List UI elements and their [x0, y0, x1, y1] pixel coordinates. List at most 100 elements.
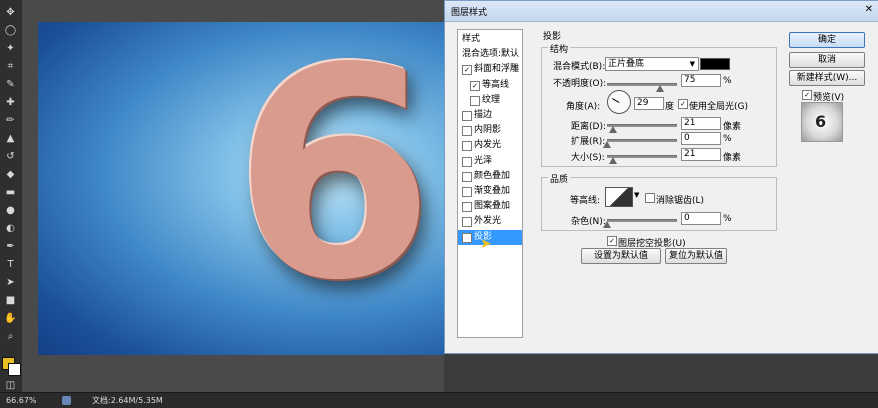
noise-slider-thumb[interactable]: [603, 221, 611, 228]
pointer-cursor-icon: ➤: [480, 236, 492, 252]
style-checkbox[interactable]: [462, 141, 472, 152]
style-checkbox[interactable]: [462, 156, 472, 167]
style-list-label: 光泽: [474, 155, 493, 166]
opacity-label: 不透明度(O):: [553, 79, 607, 89]
cancel-button[interactable]: 取消: [789, 52, 865, 68]
noise-slider[interactable]: [603, 219, 677, 228]
spread-slider[interactable]: [603, 139, 677, 148]
gradient-tool-icon[interactable]: ▬: [4, 186, 17, 199]
make-default-button[interactable]: 设置为默认值: [581, 248, 661, 264]
blur-tool-icon[interactable]: ●: [4, 204, 17, 217]
style-checkbox[interactable]: [462, 217, 472, 228]
document-info-icon[interactable]: [62, 396, 71, 405]
type-tool-icon[interactable]: T: [4, 258, 17, 271]
stamp-tool-icon[interactable]: ▲: [4, 132, 17, 145]
style-list-item[interactable]: 光泽: [458, 154, 522, 169]
style-checkbox[interactable]: [462, 202, 472, 213]
style-checkbox[interactable]: ✓: [462, 65, 472, 76]
style-list-label: 内阴影: [474, 125, 502, 136]
style-list-item[interactable]: ✓ 等高线: [458, 78, 522, 93]
antialias-label: 消除锯齿(L): [656, 196, 705, 206]
antialias-checkbox[interactable]: [645, 193, 655, 203]
knockout-checkbox[interactable]: ✓: [607, 236, 617, 246]
distance-unit: 像素: [723, 122, 742, 132]
style-list-label: 外发光: [474, 216, 502, 227]
contour-label: 等高线:: [570, 196, 601, 206]
preview-checkbox[interactable]: ✓: [802, 90, 812, 100]
distance-input[interactable]: 21: [681, 117, 721, 130]
style-list-item[interactable]: ✓ 斜面和浮雕: [458, 62, 522, 77]
style-list-item[interactable]: 样式: [458, 32, 522, 47]
healing-brush-icon[interactable]: ✚: [4, 96, 17, 109]
global-light-checkbox[interactable]: ✓: [678, 99, 688, 109]
contour-preview[interactable]: [605, 187, 633, 207]
noise-input[interactable]: 0: [681, 212, 721, 225]
move-tool-icon[interactable]: ✥: [4, 6, 17, 19]
shape-tool-icon[interactable]: ■: [4, 294, 17, 307]
opacity-slider[interactable]: [607, 83, 677, 92]
style-checkbox[interactable]: [462, 171, 472, 182]
style-list-item[interactable]: 内阴影: [458, 123, 522, 138]
blend-mode-label: 混合模式(B):: [553, 62, 606, 72]
style-checkbox[interactable]: [470, 95, 480, 106]
style-list-item[interactable]: 混合选项:默认: [458, 47, 522, 62]
new-style-button[interactable]: 新建样式(W)...: [789, 70, 865, 86]
dodge-tool-icon[interactable]: ◐: [4, 222, 17, 235]
eraser-tool-icon[interactable]: ◆: [4, 168, 17, 181]
angle-dial[interactable]: [607, 90, 631, 114]
layer-style-dialog: 图层样式 ✕ 样式 混合选项:默认 ✓ 斜面和浮雕 ✓ 等高线 纹理 描边 内阴影 内发光 光泽 颜色…: [444, 0, 878, 354]
shadow-color-swatch[interactable]: [700, 58, 730, 70]
style-list-label: 等高线: [482, 79, 510, 90]
close-icon[interactable]: ✕: [865, 4, 873, 15]
size-input[interactable]: 21: [681, 148, 721, 161]
blend-mode-select[interactable]: 正片叠底 ▼: [605, 57, 699, 71]
chevron-down-icon[interactable]: ▼: [634, 191, 639, 199]
ok-button[interactable]: 确定: [789, 32, 865, 48]
spread-slider-thumb[interactable]: [603, 141, 611, 148]
reset-default-button[interactable]: 复位为默认值: [665, 248, 727, 264]
brush-tool-icon[interactable]: ✏: [4, 114, 17, 127]
crop-tool-icon[interactable]: ⌗: [4, 60, 17, 73]
opacity-input[interactable]: 75: [681, 74, 721, 87]
style-list-item[interactable]: 外发光: [458, 214, 522, 229]
quick-mask-icon[interactable]: ◫: [4, 379, 17, 392]
size-unit: 像素: [723, 153, 742, 163]
style-list-label: 内发光: [474, 140, 502, 151]
style-list-item[interactable]: 颜色叠加: [458, 169, 522, 184]
path-select-icon[interactable]: ➤: [4, 276, 17, 289]
style-list-label: 描边: [474, 110, 493, 120]
magic-wand-icon[interactable]: ✦: [4, 42, 17, 55]
zoom-level[interactable]: 66.67%: [6, 393, 37, 408]
style-checkbox[interactable]: [462, 111, 472, 121]
style-list-item[interactable]: 图案叠加: [458, 199, 522, 214]
hand-tool-icon[interactable]: ✋: [4, 312, 17, 325]
spread-input[interactable]: 0: [681, 132, 721, 145]
noise-unit: %: [723, 214, 732, 224]
zoom-tool-icon[interactable]: ⌕: [4, 330, 17, 343]
opacity-slider-thumb[interactable]: [655, 85, 664, 92]
history-brush-icon[interactable]: ↺: [4, 150, 17, 163]
section-title: 投影: [543, 32, 562, 42]
distance-slider-thumb[interactable]: [608, 126, 617, 133]
style-list-item[interactable]: 内发光: [458, 138, 522, 153]
style-checkbox[interactable]: [462, 126, 472, 137]
style-list-item[interactable]: 描边: [458, 108, 522, 123]
style-checkbox[interactable]: [462, 187, 472, 197]
style-checkbox[interactable]: ✓: [462, 232, 472, 243]
background-color-swatch[interactable]: [8, 363, 21, 376]
quality-title: 品质: [548, 172, 571, 185]
style-list-item[interactable]: 渐变叠加: [458, 184, 522, 199]
size-slider-thumb[interactable]: [608, 157, 617, 164]
style-list-item[interactable]: 纹理: [458, 93, 522, 108]
eyedropper-icon[interactable]: ✎: [4, 78, 17, 91]
lasso-tool-icon[interactable]: ◯: [4, 24, 17, 37]
style-list-label: 颜色叠加: [474, 170, 511, 181]
spread-label: 扩展(R):: [571, 137, 606, 147]
style-checkbox[interactable]: ✓: [470, 80, 480, 91]
angle-input[interactable]: 29: [634, 97, 664, 110]
dialog-titlebar[interactable]: 图层样式 ✕: [445, 1, 878, 22]
pen-tool-icon[interactable]: ✒: [4, 240, 17, 253]
size-slider[interactable]: [607, 155, 677, 164]
canvas[interactable]: 6: [38, 22, 448, 355]
distance-slider[interactable]: [607, 124, 677, 133]
